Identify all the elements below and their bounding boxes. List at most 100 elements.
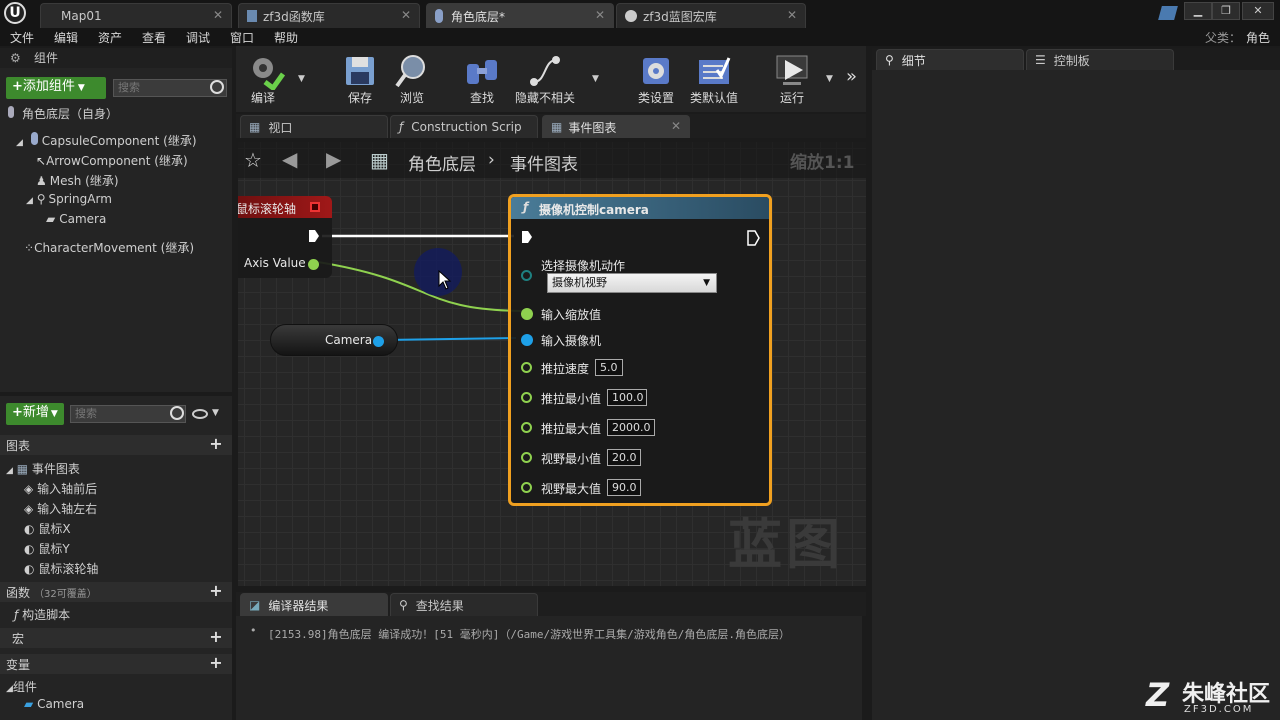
unreal-logo-icon[interactable]: U xyxy=(4,2,26,24)
maximize-button[interactable]: ❐ xyxy=(1212,2,1240,20)
tree-item-mesh[interactable]: ♟ Mesh (继承) xyxy=(36,172,119,189)
graphs-header[interactable]: 图表 + xyxy=(0,435,232,455)
tree-item-arrow[interactable]: ↖ArrowComponent (继承) xyxy=(36,152,188,169)
add-graph-button[interactable]: + xyxy=(208,436,224,453)
compile-button[interactable]: 编译 xyxy=(236,50,296,106)
hide-unrelated-button[interactable]: 隐藏不相关 xyxy=(508,50,582,106)
tab-function-library[interactable]: zf3d函数库 ✕ xyxy=(238,3,420,28)
param-value-input[interactable]: 90.0 xyxy=(607,479,641,496)
menu-file[interactable]: 文件 xyxy=(10,29,34,46)
camera-control-function-node[interactable]: ƒ 摄像机控制camera 选择摄像机动作 摄像机视野 ▼ 输入缩放值 输入摄像… xyxy=(508,194,772,506)
search-icon[interactable] xyxy=(170,406,184,420)
expand-arrow-icon[interactable]: ◢ xyxy=(26,196,33,206)
self-item[interactable]: 角色底层（自身） xyxy=(8,105,118,122)
event-graph-item[interactable]: ◢ ▦ 事件图表 xyxy=(6,460,80,477)
event-item[interactable]: ◈ 输入轴前后 xyxy=(24,480,97,497)
param-pin[interactable] xyxy=(521,392,532,403)
param-pin[interactable] xyxy=(521,422,532,433)
exec-out-pin[interactable] xyxy=(308,229,320,243)
tree-item-springarm[interactable]: ◢ ⚲ SpringArm xyxy=(26,192,112,206)
notification-icon[interactable] xyxy=(1158,6,1178,20)
param-value-input[interactable]: 5.0 xyxy=(595,359,623,376)
find-button[interactable]: 查找 xyxy=(452,50,512,106)
zoom-input-pin[interactable] xyxy=(521,308,533,320)
tab-map01[interactable]: Map01 ✕ xyxy=(40,3,232,28)
tab-find-results[interactable]: ⚲ 查找结果 xyxy=(390,593,538,616)
add-function-button[interactable]: + xyxy=(208,583,224,600)
camera-output-pin[interactable] xyxy=(373,336,384,347)
tab-character-base[interactable]: 角色底层* ✕ xyxy=(426,3,614,28)
tree-item-charactermovement[interactable]: ⁘CharacterMovement (继承) xyxy=(24,239,194,256)
event-item[interactable]: ◐ 鼠标Y xyxy=(24,540,70,557)
close-icon[interactable]: ✕ xyxy=(671,119,681,133)
variables-header[interactable]: 变量 + xyxy=(0,654,232,674)
select-action-pin[interactable] xyxy=(521,270,532,281)
tree-item-camera[interactable]: ▰ Camera xyxy=(46,212,106,226)
param-pin[interactable] xyxy=(521,482,532,493)
event-graph-canvas[interactable]: ☆ ◀ ▶ ▦ 角色底层 › 事件图表 缩放1:1 蓝图 鼠标滚轮轴 Axis … xyxy=(238,142,866,586)
new-button[interactable]: +新增 ▼ xyxy=(6,403,64,425)
event-delegate-icon[interactable] xyxy=(310,202,320,212)
expand-arrow-icon[interactable]: ◢ xyxy=(6,466,13,476)
add-variable-button[interactable]: + xyxy=(208,655,224,672)
menu-asset[interactable]: 资产 xyxy=(98,29,122,46)
blueprint-search-input[interactable]: 搜索 xyxy=(70,405,186,423)
menu-edit[interactable]: 编辑 xyxy=(54,29,78,46)
menu-help[interactable]: 帮助 xyxy=(274,29,298,46)
save-button[interactable]: 保存 xyxy=(330,50,390,106)
camera-variable-node[interactable]: Camera xyxy=(270,324,398,356)
close-icon[interactable]: ✕ xyxy=(213,8,223,22)
event-item[interactable]: ◐ 鼠标X xyxy=(24,520,71,537)
expand-arrow-icon[interactable]: ◢ xyxy=(6,684,13,694)
param-pin[interactable] xyxy=(521,362,532,373)
axis-value-pin[interactable] xyxy=(308,259,319,270)
tab-viewport[interactable]: ▦ 视口 xyxy=(240,115,388,138)
browse-button[interactable]: 浏览 xyxy=(382,50,442,106)
menu-window[interactable]: 窗口 xyxy=(230,29,254,46)
more-tools-icon[interactable]: » xyxy=(846,66,857,87)
menu-view[interactable]: 查看 xyxy=(142,29,166,46)
tab-macro-library[interactable]: zf3d蓝图宏库 ✕ xyxy=(616,3,806,28)
chevron-down-icon[interactable]: ▼ xyxy=(298,74,305,84)
class-settings-button[interactable]: 类设置 xyxy=(626,50,686,106)
close-icon[interactable]: ✕ xyxy=(401,8,411,22)
parent-class-value[interactable]: 角色 xyxy=(1246,29,1270,46)
minimize-button[interactable]: ▁ xyxy=(1184,2,1212,20)
param-value-input[interactable]: 20.0 xyxy=(607,449,641,466)
param-value-input[interactable]: 100.0 xyxy=(607,389,647,406)
add-component-button[interactable]: +添加组件 ▼ xyxy=(6,77,106,99)
components-category[interactable]: ◢组件 xyxy=(6,678,37,695)
event-item[interactable]: ◐ 鼠标滚轮轴 xyxy=(24,560,98,577)
exec-in-pin[interactable] xyxy=(521,230,533,244)
close-window-button[interactable]: ✕ xyxy=(1242,2,1274,20)
tab-palette[interactable]: ☰ 控制板 xyxy=(1026,49,1174,70)
search-icon[interactable] xyxy=(210,80,224,94)
log-entry[interactable]: [2153.98]角色底层 编译成功！[51 毫秒内]（/Game/游戏世界工具… xyxy=(268,626,790,642)
close-icon[interactable]: ✕ xyxy=(787,8,797,22)
tab-details[interactable]: ⚲ 细节 xyxy=(876,49,1024,70)
chevron-down-icon[interactable]: ▼ xyxy=(212,408,219,418)
mouse-wheel-event-node[interactable]: 鼠标滚轮轴 Axis Value xyxy=(238,196,332,278)
functions-header[interactable]: 函数 （32可覆盖） + xyxy=(0,582,232,602)
exec-out-pin[interactable] xyxy=(747,230,761,246)
expand-arrow-icon[interactable]: ◢ xyxy=(16,138,23,148)
eye-icon[interactable] xyxy=(192,409,208,419)
component-variable-camera[interactable]: ▰ Camera xyxy=(24,697,84,711)
menu-debug[interactable]: 调试 xyxy=(186,29,210,46)
add-macro-button[interactable]: + xyxy=(208,629,224,646)
run-button[interactable]: 运行 xyxy=(762,50,822,106)
event-item[interactable]: ◈ 输入轴左右 xyxy=(24,500,97,517)
chevron-down-icon[interactable]: ▼ xyxy=(592,74,599,84)
param-pin[interactable] xyxy=(521,452,532,463)
camera-input-pin[interactable] xyxy=(521,334,533,346)
macros-header[interactable]: 宏 + xyxy=(0,628,232,648)
class-defaults-button[interactable]: 类默认值 xyxy=(684,50,744,106)
param-value-input[interactable]: 2000.0 xyxy=(607,419,655,436)
close-icon[interactable]: ✕ xyxy=(595,8,605,22)
tree-item-capsule[interactable]: ◢ CapsuleComponent (继承) xyxy=(16,132,197,149)
camera-action-select[interactable]: 摄像机视野 ▼ xyxy=(547,273,717,293)
tab-event-graph[interactable]: ▦ 事件图表 ✕ xyxy=(542,115,690,138)
construction-script-item[interactable]: ƒ 构造脚本 xyxy=(14,606,70,623)
tab-construction-script[interactable]: ƒ Construction Scrip xyxy=(390,115,538,138)
chevron-down-icon[interactable]: ▼ xyxy=(826,74,833,84)
